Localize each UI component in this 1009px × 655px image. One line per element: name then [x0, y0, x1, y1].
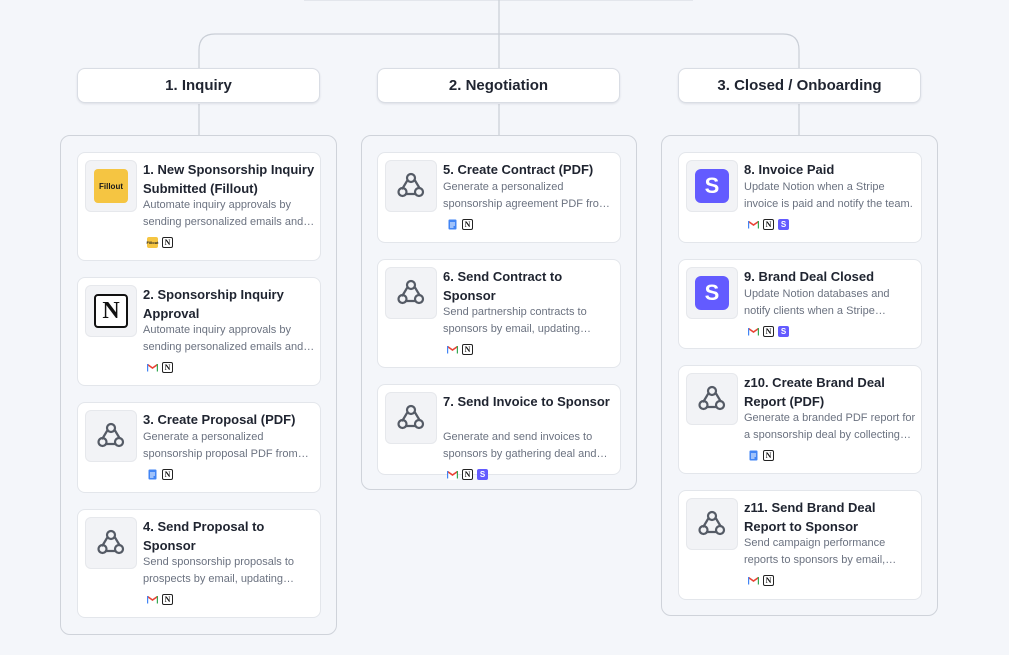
card-title: z11. Send Brand Deal Report to Sponsor: [744, 500, 876, 534]
notion-app-icon: N: [462, 219, 473, 230]
gmail-app-icon: [748, 326, 759, 337]
stage-header-negotiation[interactable]: 2. Negotiation: [377, 68, 620, 103]
workflow-card[interactable]: S 9. Brand Deal Closed Update Notion datab…: [678, 259, 922, 349]
gmail-app-icon: [748, 575, 759, 586]
notion-icon: N: [85, 285, 137, 337]
webhook-icon: [686, 498, 738, 550]
card-description: Generate and send invoices to sponsors b…: [443, 431, 597, 460]
card-title: 4. Send Proposal to Sponsor: [143, 519, 265, 553]
card-title: 1. New Sponsorship Inquiry Submitted (Fi…: [143, 162, 315, 196]
stripe-app-icon: S: [477, 469, 488, 480]
card-app-icons: NS: [748, 326, 789, 337]
stage-header-closed-onboarding[interactable]: 3. Closed / Onboarding: [678, 68, 921, 103]
notion-app-icon: N: [162, 237, 173, 248]
stripe-app-icon: S: [778, 326, 789, 337]
card-description: Send sponsorship proposals to prospects …: [143, 556, 295, 585]
card-description: Generate a branded PDF report for a spon…: [744, 412, 916, 441]
card-app-icons: N: [748, 575, 774, 586]
gmail-app-icon: [147, 362, 158, 373]
fillout-app-icon: Fillout: [147, 237, 159, 248]
fillout-logo: Fillout: [94, 169, 128, 203]
workflow-card[interactable]: 6. Send Contract to Sponsor Send partners…: [377, 259, 621, 368]
card-title: 9. Brand Deal Closed: [744, 269, 875, 284]
card-app-icons: Fillout N: [147, 237, 173, 248]
webhook-icon: [85, 410, 137, 462]
workflow-card[interactable]: z10. Create Brand Deal Report (PDF) Gener…: [678, 365, 922, 474]
card-description: Update Notion databases and notify clien…: [744, 288, 890, 317]
card-description: Generate a personalized sponsorship prop…: [143, 431, 298, 460]
webhook-icon: [686, 373, 738, 425]
stripe-icon: S: [686, 267, 738, 319]
card-title: 6. Send Contract to Sponsor: [443, 269, 563, 303]
stage-header-inquiry[interactable]: 1. Inquiry: [77, 68, 320, 103]
card-title: 3. Create Proposal (PDF): [143, 412, 296, 427]
workflow-card[interactable]: N 2. Sponsorship Inquiry Approval Automate…: [77, 277, 321, 386]
card-description: Send partnership contracts to sponsors b…: [443, 306, 587, 335]
card-app-icons: N: [147, 469, 173, 480]
gmail-app-icon: [748, 219, 759, 230]
card-app-icons: N: [147, 594, 173, 605]
card-title: 5. Create Contract (PDF): [443, 162, 594, 177]
card-app-icons: N: [748, 450, 774, 461]
notion-app-icon: N: [162, 362, 173, 373]
card-title: 2. Sponsorship Inquiry Approval: [143, 287, 284, 321]
gmail-app-icon: [147, 594, 158, 605]
gmail-app-icon: [447, 469, 458, 480]
notion-app-icon: N: [763, 326, 774, 337]
top-bar-stub: [304, 0, 693, 1]
card-title: 7. Send Invoice to Sponsor: [443, 394, 610, 409]
card-app-icons: N: [147, 362, 173, 373]
notion-app-icon: N: [763, 219, 774, 230]
workflow-card[interactable]: z11. Send Brand Deal Report to Sponsor Se…: [678, 490, 922, 600]
card-description: Generate a personalized sponsorship agre…: [443, 181, 609, 210]
card-app-icons: NS: [447, 469, 488, 480]
webhook-icon: [385, 267, 437, 319]
workflow-card[interactable]: 5. Create Contract (PDF) Generate a perso…: [377, 152, 621, 243]
notion-app-icon: N: [462, 469, 473, 480]
card-title: 8. Invoice Paid: [744, 162, 835, 177]
notion-app-icon: N: [162, 469, 173, 480]
fillout-icon: Fillout: [85, 160, 137, 212]
card-description: Update Notion when a Stripe invoice is p…: [744, 181, 913, 210]
notion-app-icon: N: [462, 344, 473, 355]
stripe-app-icon: S: [778, 219, 789, 230]
card-app-icons: NS: [748, 219, 789, 230]
workflow-card[interactable]: 4. Send Proposal to Sponsor Send sponsors…: [77, 509, 321, 618]
webhook-icon: [385, 392, 437, 444]
notion-app-icon: N: [763, 450, 774, 461]
card-description: Automate inquiry approvals by sending pe…: [143, 199, 304, 228]
workflow-card[interactable]: S 8. Invoice Paid Update Notion when a Str…: [678, 152, 922, 243]
stripe-logo: S: [695, 169, 729, 203]
card-app-icons: N: [447, 344, 473, 355]
webhook-icon: [85, 517, 137, 569]
stripe-logo: S: [695, 276, 729, 310]
card-description: Automate inquiry approvals by sending pe…: [143, 324, 304, 353]
card-description: Send campaign performance reports to spo…: [744, 537, 886, 566]
card-app-icons: N: [447, 219, 473, 230]
notion-app-icon: N: [763, 575, 774, 586]
webhook-icon: [385, 160, 437, 212]
workflow-card[interactable]: 7. Send Invoice to Sponsor Generate and s…: [377, 384, 621, 480]
docs-app-icon: [748, 450, 759, 461]
card-title: z10. Create Brand Deal Report (PDF): [744, 375, 885, 409]
notion-app-icon: N: [162, 594, 173, 605]
docs-app-icon: [147, 469, 158, 480]
gmail-app-icon: [447, 344, 458, 355]
workflow-card[interactable]: 3. Create Proposal (PDF) Generate a perso…: [77, 402, 321, 493]
notion-logo: N: [94, 294, 128, 328]
docs-app-icon: [447, 219, 458, 230]
workflow-card[interactable]: Fillout 1. New Sponsorship Inquiry Submit…: [77, 152, 321, 261]
stripe-icon: S: [686, 160, 738, 212]
